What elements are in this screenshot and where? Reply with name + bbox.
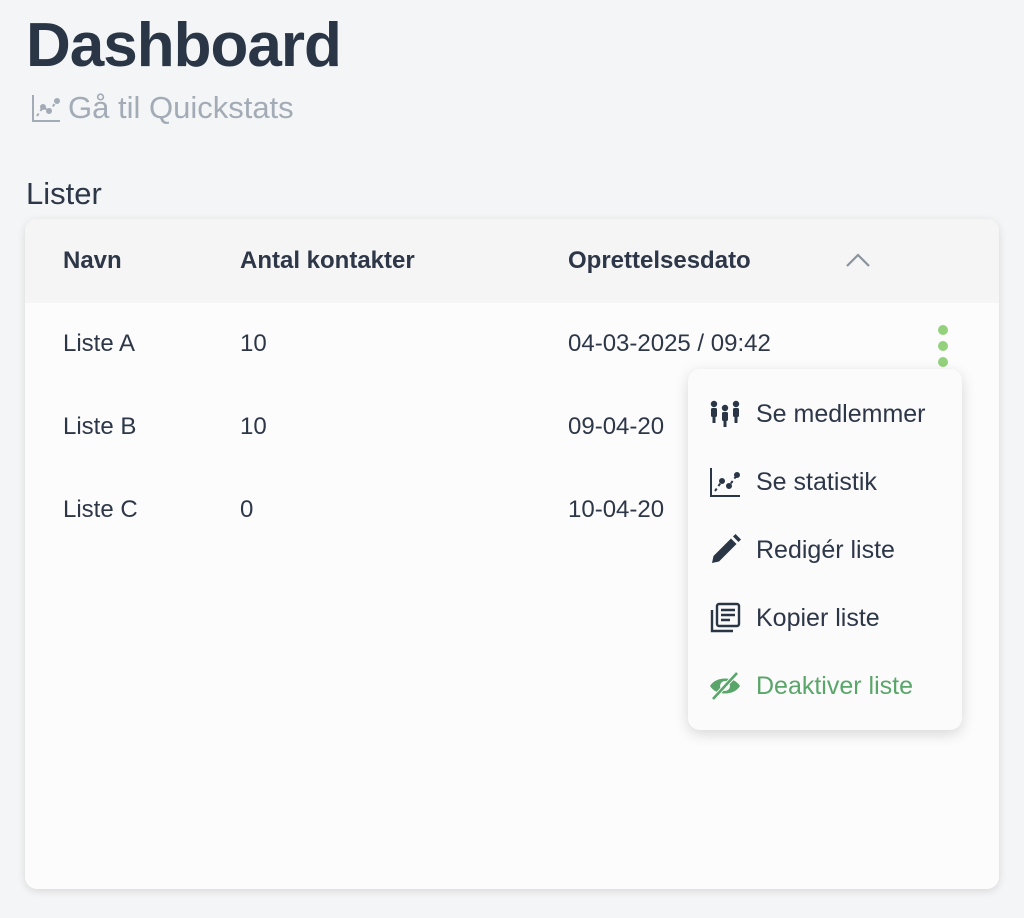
- menu-item-label: Kopier liste: [756, 603, 880, 632]
- row-name: Liste A: [63, 330, 136, 357]
- copy-icon: [710, 602, 741, 633]
- column-header-name: Navn: [63, 247, 122, 274]
- menu-item-label: Se medlemmer: [756, 399, 926, 428]
- row-date: 09-04-20: [568, 413, 665, 440]
- row-date: 10-04-20: [568, 496, 665, 523]
- row-count: 10: [240, 413, 267, 440]
- menu-item-label: Deaktiver liste: [756, 671, 913, 700]
- menu-item-label: Se statistik: [756, 467, 877, 496]
- menu-item-label: Redigér liste: [756, 535, 895, 564]
- eye-slash-icon: [710, 671, 740, 701]
- quickstats-link-label: Gå til Quickstats: [68, 90, 294, 125]
- pencil-icon: [712, 534, 741, 563]
- chart-icon: [710, 468, 740, 497]
- section-title: Lister: [26, 176, 102, 211]
- menu-item-see-statistics[interactable]: Se statistik: [708, 462, 948, 502]
- kebab-menu-icon[interactable]: [931, 325, 955, 367]
- page-title: Dashboard: [26, 11, 342, 80]
- members-icon: [710, 400, 740, 427]
- column-header-count: Antal kontakter: [240, 247, 415, 274]
- row-count: 0: [240, 496, 254, 523]
- menu-item-deactivate-list[interactable]: Deaktiver liste: [708, 666, 948, 706]
- quickstats-link[interactable]: Gå til Quickstats: [30, 88, 294, 128]
- chart-icon: [32, 95, 60, 122]
- table-header: Navn Antal kontakter Oprettelsesdato: [25, 219, 999, 303]
- menu-item-copy-list[interactable]: Kopier liste: [708, 598, 948, 638]
- menu-item-see-members[interactable]: Se medlemmer: [708, 394, 948, 434]
- row-name: Liste C: [63, 496, 138, 523]
- chevron-up-icon[interactable]: [845, 249, 871, 271]
- row-actions-menu: Se medlemmer Se statistik Redigér liste …: [688, 369, 962, 730]
- row-date: 04-03-2025 / 09:42: [568, 330, 771, 357]
- column-header-date[interactable]: Oprettelsesdato: [568, 247, 751, 275]
- row-count: 10: [240, 330, 267, 357]
- row-name: Liste B: [63, 413, 137, 440]
- menu-item-edit-list[interactable]: Redigér liste: [708, 530, 948, 570]
